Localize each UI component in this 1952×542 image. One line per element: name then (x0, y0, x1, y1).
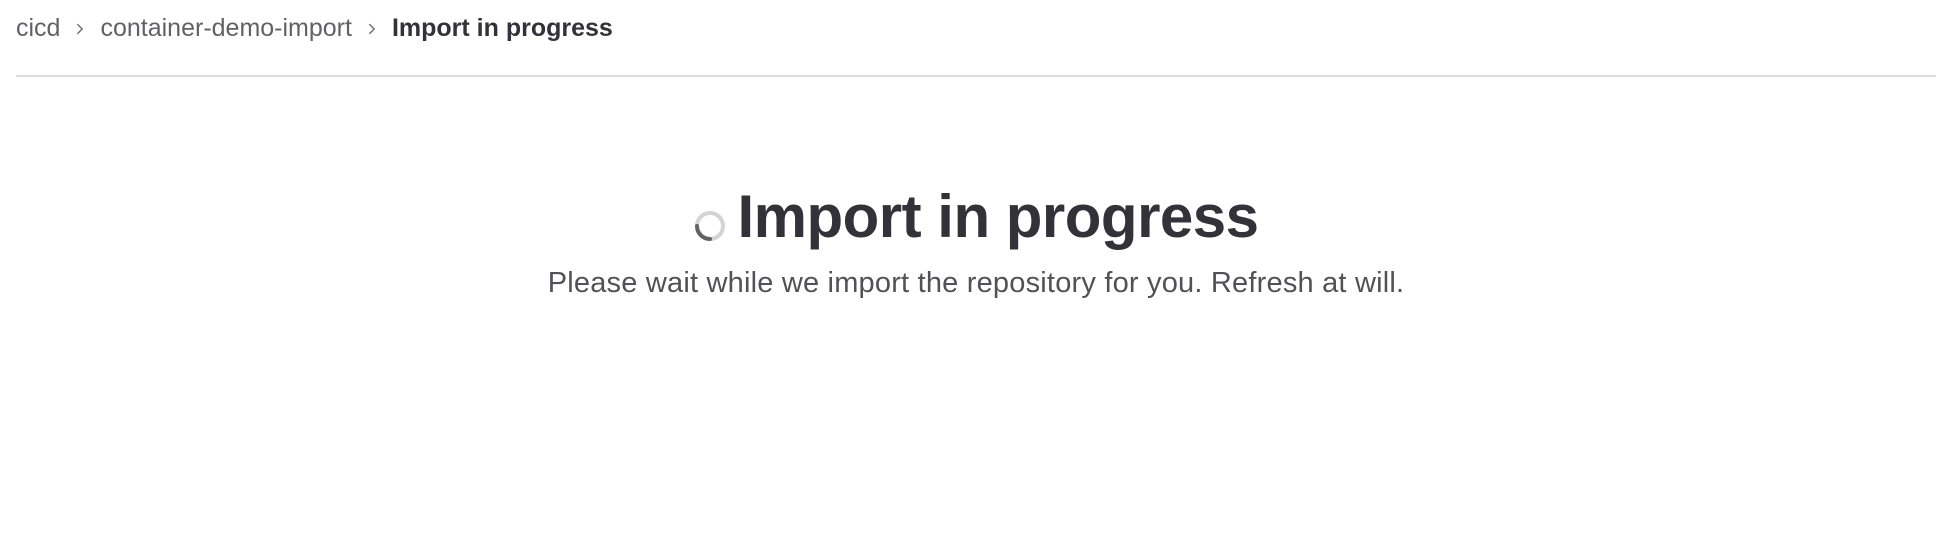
breadcrumb: cicd container-demo-import Import in pro… (16, 14, 613, 43)
chevron-right-icon (60, 15, 100, 43)
breadcrumb-current[interactable]: Import in progress (392, 14, 613, 43)
chevron-right-icon (352, 15, 392, 43)
loading-spinner-icon (693, 209, 727, 243)
breadcrumb-item-group[interactable]: cicd (16, 14, 60, 43)
page-title: Import in progress (737, 183, 1259, 250)
breadcrumb-item-project[interactable]: container-demo-import (100, 14, 352, 43)
title-row: Import in progress (693, 181, 1259, 253)
breadcrumb-bar: cicd container-demo-import Import in pro… (16, 0, 1936, 77)
page-subtitle: Please wait while we import the reposito… (547, 267, 1405, 299)
import-progress-page: cicd container-demo-import Import in pro… (0, 0, 1952, 542)
main-content: Import in progress Please wait while we … (0, 77, 1952, 300)
